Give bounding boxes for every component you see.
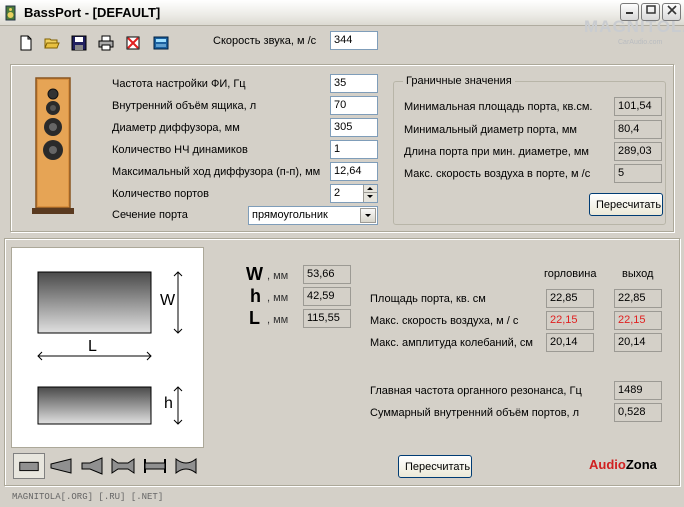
- audiozona-logo: AudioZona: [589, 457, 657, 472]
- brand-part2: Zona: [625, 457, 657, 472]
- l-letter: L: [249, 308, 260, 328]
- woofer-count-input[interactable]: 1: [330, 140, 378, 159]
- main-window: BassPort - [DEFAULT] MAGNITOLA CarAudio.…: [0, 0, 684, 507]
- new-file-icon[interactable]: [18, 35, 34, 51]
- app-icon: [5, 5, 16, 21]
- double-flared-port-icon[interactable]: [109, 455, 137, 477]
- l-value: 115,55: [303, 309, 351, 328]
- port-section-select[interactable]: прямоугольник: [248, 206, 378, 225]
- save-icon[interactable]: [71, 35, 87, 51]
- w-value: 53,66: [303, 265, 351, 284]
- sound-speed-input[interactable]: 344: [330, 31, 378, 50]
- box-volume-input[interactable]: 70: [330, 96, 378, 115]
- max-air-speed-value: 5: [614, 164, 662, 183]
- footer-text: MAGNITOLA[.ORG] [.RU] [.NET]: [12, 492, 164, 502]
- air-speed-label: Макс. скорость воздуха, м / с: [370, 315, 519, 327]
- close-button[interactable]: [662, 3, 681, 21]
- max-air-speed-label: Макс. скорость воздуха в порте, м /с: [404, 168, 591, 180]
- port-volume-value: 0,528: [614, 403, 662, 422]
- minimize-button[interactable]: [620, 3, 639, 21]
- h-value: 42,59: [303, 287, 351, 306]
- min-port-area-label: Минимальная площадь порта, кв.см.: [404, 101, 593, 113]
- recalc-results-button[interactable]: Пересчитать: [398, 455, 472, 478]
- print-icon[interactable]: [98, 35, 114, 51]
- rectangular-port-icon[interactable]: [13, 453, 45, 479]
- window-title: BassPort - [DEFAULT]: [24, 5, 161, 20]
- w-letter: W: [246, 264, 263, 284]
- tapered-port-icon[interactable]: [47, 455, 75, 477]
- flanged-port-icon[interactable]: [141, 455, 169, 477]
- port-count-value: 2: [334, 187, 341, 199]
- resonance-value: 1489: [614, 381, 662, 400]
- port-length-label: Длина порта при мин. диаметре, мм: [404, 146, 589, 158]
- amplitude-label: Макс. амплитуда колебаний, см: [370, 337, 533, 349]
- column-exit-header: выход: [622, 268, 654, 280]
- dropdown-button[interactable]: [360, 208, 376, 223]
- port-diagram: W L h: [11, 247, 204, 448]
- woofer-count-label: Количество НЧ динамиков: [112, 144, 248, 156]
- air-speed-exit: 22,15: [614, 311, 662, 330]
- speaker-image: [32, 77, 74, 214]
- maximize-button[interactable]: [641, 3, 660, 21]
- port-volume-label: Суммарный внутренний объём портов, л: [370, 407, 580, 419]
- spinner-up-button[interactable]: [363, 185, 377, 193]
- h-letter: h: [250, 286, 261, 306]
- amplitude-exit: 20,14: [614, 333, 662, 352]
- max-excursion-input[interactable]: 12,64: [330, 162, 378, 181]
- air-speed-throat: 22,15: [546, 311, 594, 330]
- box-volume-label: Внутренний объём ящика, л: [112, 100, 257, 112]
- arrow-down-icon: [367, 195, 373, 198]
- cone-diameter-label: Диаметр диффузора, мм: [112, 122, 240, 134]
- brand-part1: Audio: [589, 457, 626, 472]
- sound-speed-label: Скорость звука, м /с: [213, 35, 317, 47]
- diagram-l-label: L: [88, 338, 97, 355]
- port-count-spinner[interactable]: 2: [330, 184, 378, 203]
- chevron-down-icon: [365, 214, 371, 217]
- port-section-label: Сечение порта: [112, 209, 188, 221]
- amplitude-throat: 20,14: [546, 333, 594, 352]
- spinner-down-button[interactable]: [363, 193, 377, 202]
- resonance-label: Главная частота органного резонанса, Гц: [370, 385, 582, 397]
- open-folder-icon[interactable]: [44, 35, 60, 51]
- minimize-icon: [625, 12, 633, 14]
- w-unit: , мм: [267, 270, 289, 282]
- port-length-value: 289,03: [614, 142, 662, 161]
- limits-group-title: Граничные значения: [403, 75, 515, 87]
- maximize-icon: [645, 5, 656, 14]
- h-unit: , мм: [267, 292, 289, 304]
- min-port-diameter-value: 80,4: [614, 120, 662, 139]
- port-area-label: Площадь порта, кв. см: [370, 293, 486, 305]
- tuning-frequency-label: Частота настройки ФИ, Гц: [112, 78, 246, 90]
- min-port-diameter-label: Минимальный диаметр порта, мм: [404, 124, 577, 136]
- bow-port-icon[interactable]: [172, 455, 200, 477]
- diagram-h-label: h: [164, 395, 173, 412]
- watermark-sub: CarAudio.com: [618, 39, 663, 46]
- calculator-icon[interactable]: [153, 35, 169, 51]
- port-section-value: прямоугольник: [252, 209, 328, 221]
- arrow-up-icon: [367, 187, 373, 190]
- port-diagram-svg: [37, 271, 183, 425]
- recalc-limits-button[interactable]: Пересчитать: [589, 193, 663, 216]
- l-unit: , мм: [267, 314, 289, 326]
- delete-icon[interactable]: [125, 35, 141, 51]
- column-throat-header: горловина: [544, 268, 597, 280]
- tuning-frequency-input[interactable]: 35: [330, 74, 378, 93]
- horn-port-icon[interactable]: [78, 455, 106, 477]
- title-bar: BassPort - [DEFAULT] MAGNITOLA CarAudio.…: [0, 0, 684, 46]
- port-area-throat: 22,85: [546, 289, 594, 308]
- cone-diameter-input[interactable]: 305: [330, 118, 378, 137]
- max-excursion-label: Максимальный ход диффузора (п-п), мм: [112, 166, 321, 178]
- min-port-area-value: 101,54: [614, 97, 662, 116]
- close-icon: [666, 5, 677, 15]
- diagram-w-label: W: [160, 292, 176, 309]
- port-count-label: Количество портов: [112, 188, 209, 200]
- port-area-exit: 22,85: [614, 289, 662, 308]
